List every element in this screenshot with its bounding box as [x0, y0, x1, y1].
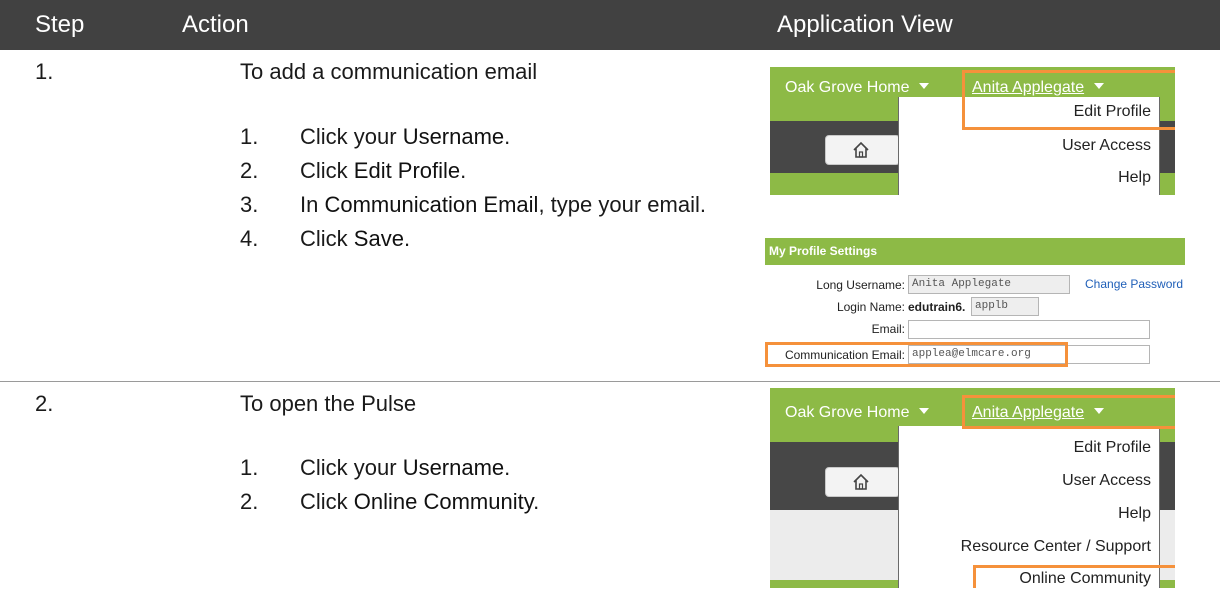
login-name-label: Login Name:	[836, 300, 905, 314]
step-2-number: 2.	[35, 391, 54, 416]
item-text: .	[533, 489, 540, 514]
home-dropdown[interactable]: Oak Grove Home	[785, 404, 930, 422]
item-keyword: Communication Email	[324, 192, 539, 217]
profile-settings-panel: My Profile Settings Long Username: Anita…	[765, 238, 1185, 370]
home-button[interactable]	[825, 135, 900, 165]
email-field[interactable]	[908, 320, 1150, 339]
item-number: 2.	[240, 489, 259, 514]
item-number: 3.	[240, 192, 259, 217]
step-1-number: 1.	[35, 59, 54, 84]
list-item: 2. Click Edit Profile.	[240, 154, 760, 188]
item-text: .	[460, 158, 467, 183]
item-text: Click	[300, 489, 354, 514]
change-password-link[interactable]: Change Password	[1085, 277, 1183, 291]
profile-settings-title: My Profile Settings	[769, 244, 878, 258]
item-text: .	[504, 455, 511, 480]
highlight-online-community	[973, 565, 1175, 588]
list-item: 1. Click your Username.	[240, 120, 760, 154]
header-action: Action	[182, 11, 249, 38]
home-icon	[853, 473, 869, 490]
item-text: .	[403, 226, 411, 251]
header-application-view: Application View	[777, 11, 953, 38]
item-text: Click	[300, 226, 354, 251]
item-keyword: Online Community	[353, 489, 534, 514]
item-keyword: Edit Profile	[353, 158, 461, 183]
step-1-title: To add a communication email	[240, 59, 538, 84]
long-username-field[interactable]: Anita Applegate	[908, 275, 1070, 294]
menu-item-help[interactable]: Help	[1118, 169, 1151, 187]
item-text: , type your email.	[538, 192, 706, 217]
home-label: Oak Grove Home	[785, 79, 910, 96]
item-keyword: Username	[402, 455, 505, 480]
login-name-field[interactable]: applb	[971, 297, 1039, 316]
email-label: Email:	[871, 322, 905, 336]
list-item: 4. Click Save.	[240, 222, 760, 256]
item-text: Click your	[300, 455, 403, 480]
home-label: Oak Grove Home	[785, 404, 910, 421]
app-screenshot-online-community: Oak Grove Home Anita Applegate Edit Prof…	[770, 388, 1175, 588]
item-number: 1.	[240, 455, 259, 480]
row-divider	[0, 381, 1220, 382]
profile-settings-header: My Profile Settings	[765, 238, 1185, 265]
long-username-label: Long Username:	[816, 278, 905, 292]
menu-item-user-access[interactable]: User Access	[1062, 472, 1151, 490]
menu-item-help[interactable]: Help	[1118, 505, 1151, 523]
menu-item-edit-profile[interactable]: Edit Profile	[1074, 439, 1151, 457]
item-text: Click your	[300, 124, 403, 149]
item-text: Click	[300, 158, 354, 183]
highlight-username	[962, 395, 1175, 429]
menu-item-resource-center[interactable]: Resource Center / Support	[961, 538, 1151, 556]
step-2-title: To open the Pulse	[240, 391, 417, 416]
username-dropdown-menu: Edit Profile User Access Help Resource C…	[898, 426, 1160, 588]
app-screenshot-username-menu: Oak Grove Home Anita Applegate Edit Prof…	[770, 67, 1175, 195]
home-dropdown[interactable]: Oak Grove Home	[785, 79, 930, 97]
item-number: 4.	[240, 226, 259, 251]
home-icon	[853, 141, 869, 158]
header-step: Step	[35, 11, 85, 38]
item-keyword: Save	[353, 226, 404, 251]
menu-item-user-access[interactable]: User Access	[1062, 137, 1151, 155]
caret-down-icon	[919, 83, 930, 89]
item-number: 2.	[240, 158, 259, 183]
item-text: In	[300, 192, 325, 217]
item-number: 1.	[240, 124, 259, 149]
highlight-communication-email	[765, 342, 1068, 367]
step-2-instructions: 1. Click your Username. 2. Click Online Co…	[240, 451, 760, 519]
list-item: 3. In Communication Email, type your emai…	[240, 188, 760, 222]
list-item: 1. Click your Username.	[240, 451, 760, 485]
caret-down-icon	[919, 408, 930, 414]
list-item: 2. Click Online Community.	[240, 485, 760, 519]
step-1-instructions: 1. Click your Username. 2. Click Edit Prof…	[240, 120, 760, 256]
home-button[interactable]	[825, 467, 900, 497]
table-header: Step Action Application View	[0, 0, 1220, 50]
item-keyword: Username	[402, 124, 505, 149]
highlight-username-edit-profile	[962, 70, 1175, 130]
item-text: .	[504, 124, 511, 149]
login-name-prefix: edutrain6.	[908, 300, 966, 314]
